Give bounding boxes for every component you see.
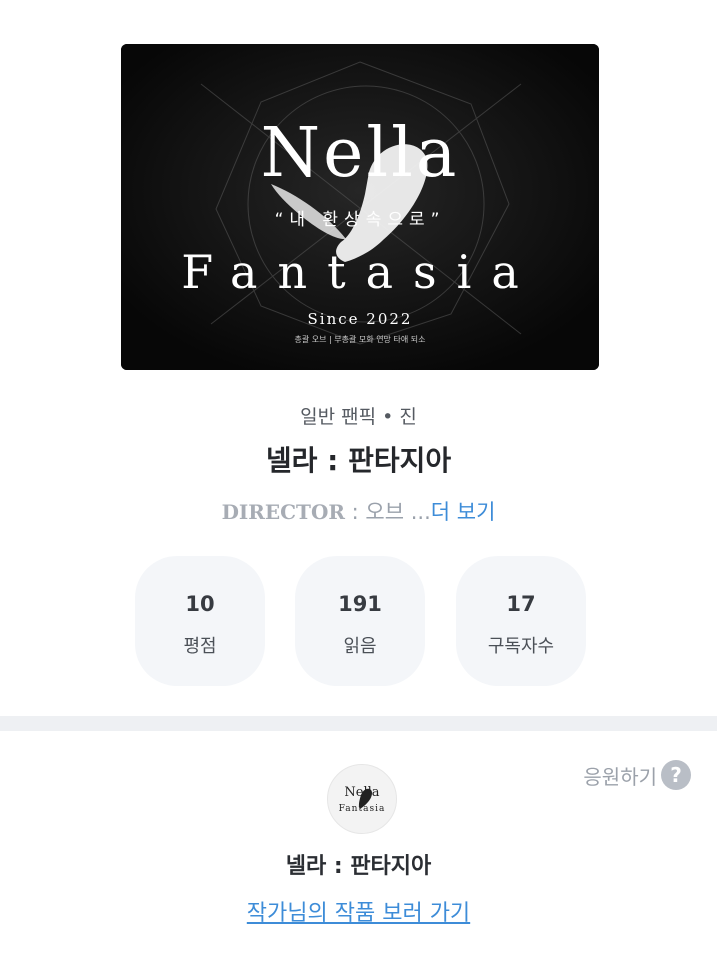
author-works-link[interactable]: 작가님의 작품 보러 가기 [0,895,717,927]
avatar-text-line2: Fantasia [339,804,386,814]
author-avatar[interactable]: Nella Fantasia [327,764,397,834]
stat-rating-value: 10 [185,592,215,616]
stat-rating-label: 평점 [183,636,217,657]
work-title: 넬라 : 판타지아 [265,444,452,477]
more-button[interactable]: 더 보기 [431,500,496,524]
stat-reads: 191 읽음 [295,556,425,686]
work-category: 일반 팬픽 • 진 [300,406,417,428]
description-text: : 오브 ... [345,500,431,524]
work-description: DIRECTOR : 오브 ...더 보기 [0,496,717,526]
support-button[interactable]: 응원하기 ? [583,760,691,790]
description-label: DIRECTOR [221,500,345,524]
section-divider [0,716,717,731]
avatar-text-line1: Nella [344,785,379,800]
cover-credit: 총괄 오브 | 부총괄 모화 연망 타애 되소 [295,334,426,344]
cover-image: Nella “내 환상속으로” Fantasia Since 2022 총괄 오… [121,44,599,370]
author-name: 넬라 : 판타지아 [285,854,432,879]
stat-subscribers: 17 구독자수 [456,556,586,686]
cover-title-line2: Fantasia [181,245,539,299]
stat-subscribers-label: 구독자수 [487,636,555,657]
stat-subscribers-value: 17 [506,592,536,616]
stat-reads-value: 191 [338,592,382,616]
cover-since: Since 2022 [308,310,413,328]
stat-reads-label: 읽음 [343,636,377,657]
cover-subtitle: “내 환상속으로” [275,210,446,230]
cover-title-line1: Nella [261,114,460,193]
work-detail-page: Nella “내 환상속으로” Fantasia Since 2022 총괄 오… [0,0,717,954]
support-label: 응원하기 [583,764,657,789]
help-icon[interactable]: ? [661,760,691,790]
stat-rating: 10 평점 [135,556,265,686]
